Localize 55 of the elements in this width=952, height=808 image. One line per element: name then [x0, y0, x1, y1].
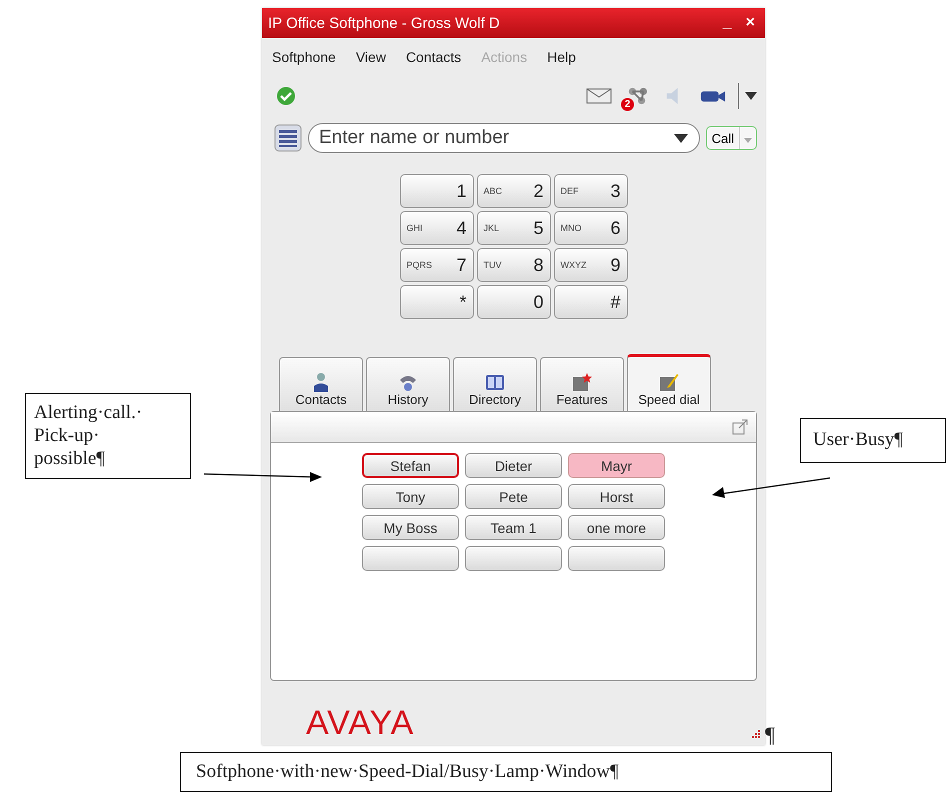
keypad-key[interactable]: DEF 3: [554, 174, 628, 208]
close-button[interactable]: ×: [742, 14, 759, 32]
minimize-button[interactable]: _: [718, 14, 736, 32]
avaya-logo: AVAYA: [306, 703, 414, 743]
speed-dial-button[interactable]: Tony: [362, 484, 459, 509]
keypad-key[interactable]: MNO 6: [554, 211, 628, 245]
star-icon: [572, 372, 592, 392]
keypad-key[interactable]: *: [400, 285, 474, 319]
notification-badge: 2: [621, 98, 634, 111]
keypad-icon[interactable]: [274, 124, 302, 152]
caret-icon: [744, 138, 752, 142]
pop-out-icon[interactable]: [732, 419, 748, 435]
speed-dial-button[interactable]: Horst: [568, 484, 665, 509]
tab[interactable]: Features: [540, 357, 624, 411]
speed-dial-button[interactable]: [362, 546, 459, 571]
speed-dial-button[interactable]: Mayr: [568, 453, 665, 478]
keypad-key[interactable]: PQRS 7: [400, 248, 474, 282]
keypad-key[interactable]: ABC 2: [476, 174, 550, 208]
keypad-key[interactable]: JKL 5: [476, 211, 550, 245]
keypad-key[interactable]: WXYZ 9: [554, 248, 628, 282]
speed-dial-button[interactable]: [568, 546, 665, 571]
keypad-key[interactable]: 0: [476, 285, 550, 319]
menu-item[interactable]: Softphone: [272, 49, 336, 65]
window-title: IP Office Softphone - Gross Wolf D: [268, 14, 500, 32]
speed-dial-button[interactable]: Dieter: [465, 453, 562, 478]
speed-dial-button[interactable]: My Boss: [362, 515, 459, 540]
speed-dial-button[interactable]: Pete: [465, 484, 562, 509]
figure-caption: Softphone·with·new·Speed-Dial/Busy·Lamp·Window¶: [180, 752, 832, 792]
envelope-icon[interactable]: [586, 86, 612, 106]
speed-dial-button[interactable]: [465, 546, 562, 571]
speed-dial-button[interactable]: Stefan: [362, 453, 459, 478]
tab[interactable]: Contacts: [279, 357, 363, 411]
paragraph-mark: ¶: [765, 722, 775, 748]
callout-text: User·Busy¶: [800, 418, 946, 463]
book-icon: [485, 372, 505, 392]
status-check-icon[interactable]: [276, 86, 296, 106]
resize-grip-icon[interactable]: [751, 729, 761, 739]
tab[interactable]: History: [366, 357, 450, 411]
keypad-key[interactable]: 1: [400, 174, 474, 208]
pencil-icon: [659, 372, 679, 392]
keypad-key[interactable]: GHI 4: [400, 211, 474, 245]
speed-dial-button[interactable]: Team 1: [465, 515, 562, 540]
menu-item[interactable]: Help: [547, 49, 576, 65]
search-field[interactable]: Enter name or number: [308, 123, 700, 153]
person-icon: [311, 372, 331, 392]
keypad-key[interactable]: #: [554, 285, 628, 319]
dropdown-arrow-icon[interactable]: [745, 92, 757, 100]
menu-item[interactable]: View: [356, 49, 386, 65]
dropdown-arrow-icon[interactable]: [674, 134, 688, 143]
tab[interactable]: Directory: [453, 357, 537, 411]
callout-text: Alerting·call.· Pick-up· possible¶: [25, 393, 191, 480]
speed-dial-button[interactable]: one more: [568, 515, 665, 540]
tab[interactable]: Speed dial: [627, 354, 711, 411]
menu-item[interactable]: Contacts: [406, 49, 462, 65]
keypad-key[interactable]: TUV 8: [476, 248, 550, 282]
